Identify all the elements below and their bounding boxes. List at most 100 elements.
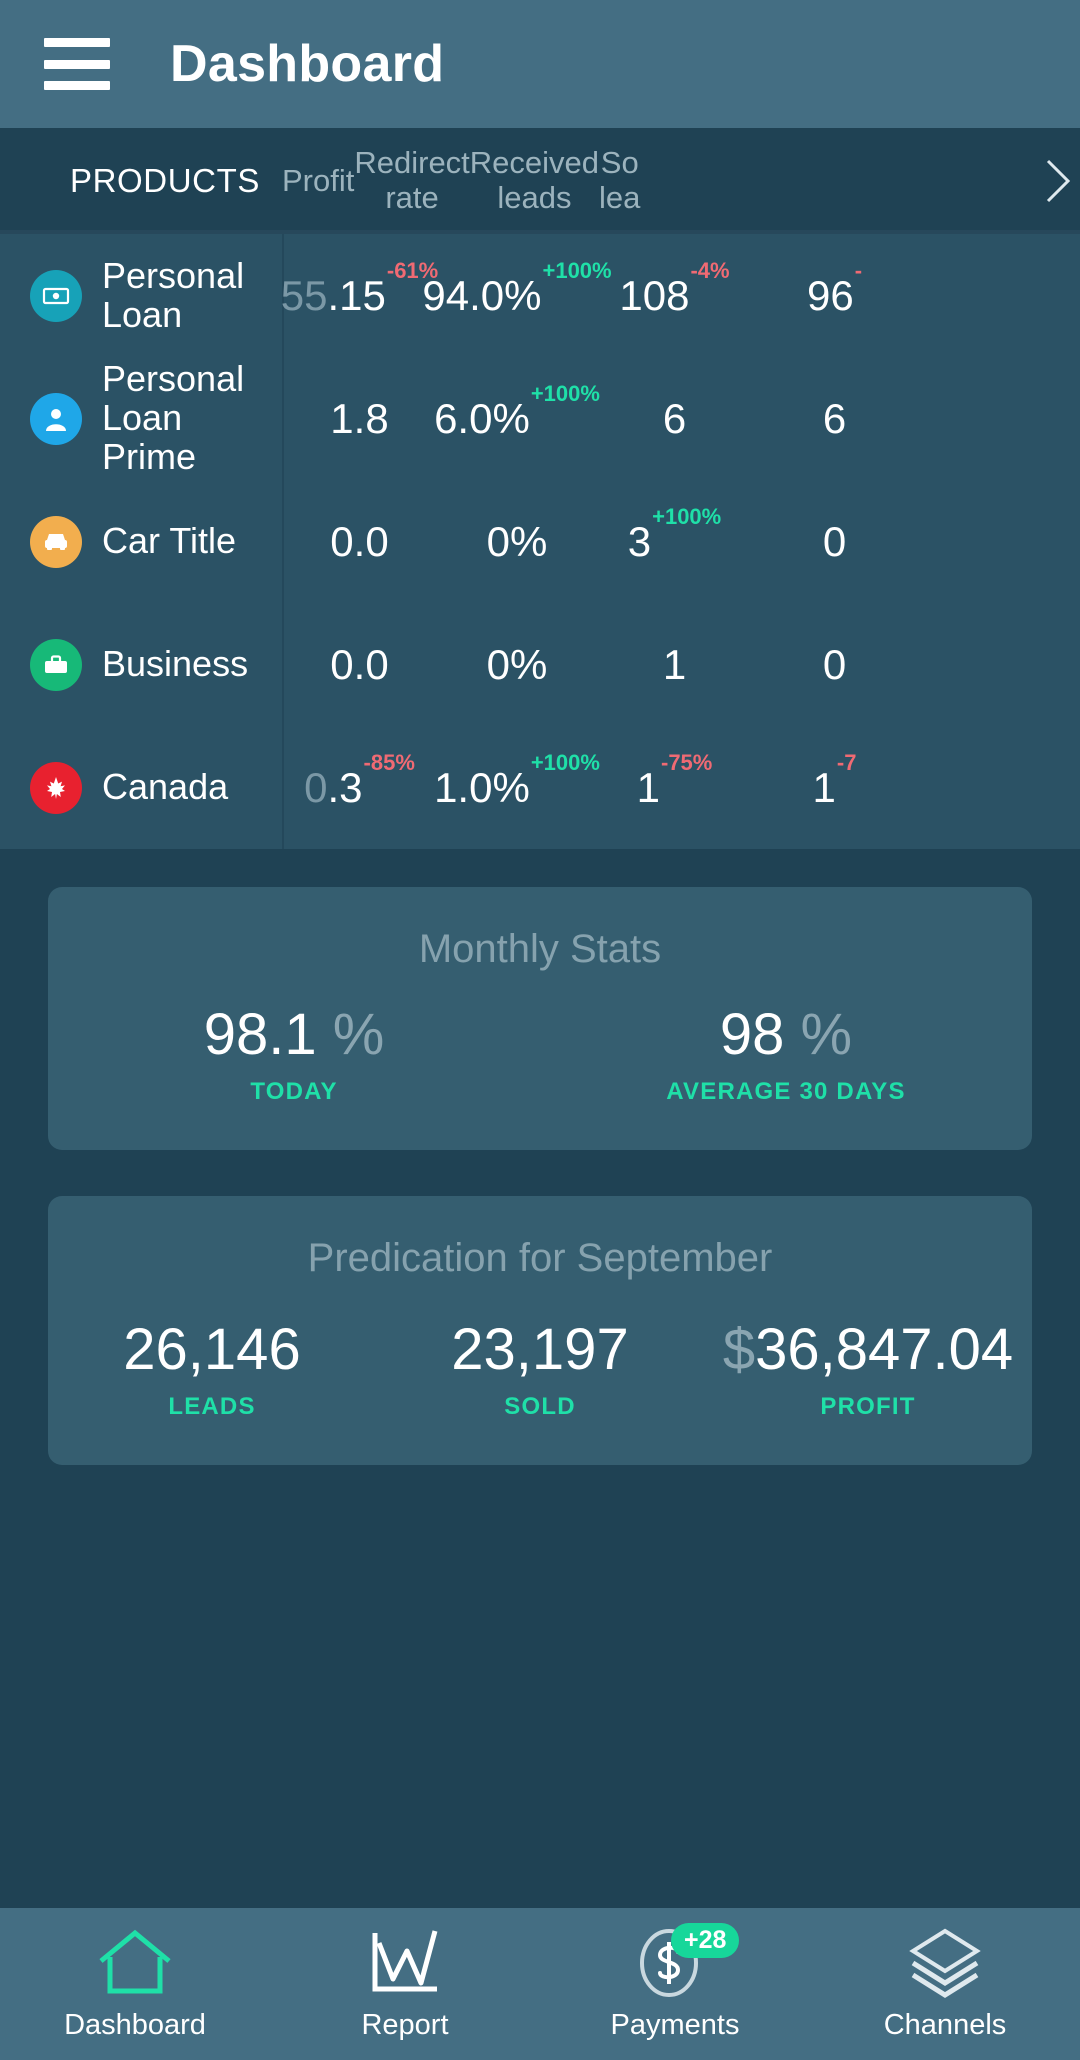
stat-label: SOLD (504, 1393, 576, 1420)
car-icon (30, 515, 82, 568)
cell-profit: 1.8 (282, 395, 437, 443)
product-name: Car Title (102, 520, 237, 562)
cell-value: 1 (636, 763, 660, 811)
stat-unit: % (800, 1002, 853, 1067)
column-header-profit[interactable]: Profit (282, 163, 354, 199)
cell-value: 0.0 (330, 640, 389, 688)
cell-value: 3 (627, 517, 652, 565)
stat-label: LEADS (168, 1393, 256, 1420)
dashboard-screen: Dashboard PRODUCTS Profit Redirect rate … (0, 0, 1080, 2060)
cell-received-leads: 1 (597, 641, 752, 689)
cell-delta: +100% (530, 380, 600, 406)
column-header-line2: leads (497, 180, 572, 215)
hamburger-bar (44, 38, 110, 47)
cell-delta: +100% (530, 749, 600, 775)
table-row[interactable]: Personal Loan 55.15 -61% 94.0% +100% 108 -4% 96… (0, 234, 1080, 357)
product-name: Canada (102, 766, 229, 808)
page-title: Dashboard (170, 35, 445, 93)
currency-symbol: $ (722, 1317, 756, 1382)
cell-value: 0.3 (304, 763, 363, 811)
payments-badge: +28 (671, 1922, 740, 1958)
stat-value: 98 % (719, 1002, 853, 1067)
user-icon (30, 392, 82, 445)
cell-received-leads: 3 +100% (597, 504, 752, 566)
nav-label: Dashboard (64, 2008, 206, 2041)
table-row[interactable]: Canada 0.3 -85% 1.0% +100% 1 -75% 1 -7 (0, 726, 1080, 849)
nav-item-payments[interactable]: +28 Payments (540, 1922, 810, 2042)
monthly-stats-title: Monthly Stats (418, 927, 662, 971)
cell-value: 0% (486, 517, 548, 565)
stat-value: 23,197 (451, 1317, 629, 1382)
column-header-redirect-rate[interactable]: Redirect rate (354, 146, 469, 215)
cell-value: 0% (486, 640, 548, 688)
cell-redirect-rate: 0% (437, 518, 597, 566)
stat-average-30-days: 98 % AVERAGE 30 DAYS (540, 1006, 1032, 1106)
product-name: Personal Loan (102, 254, 245, 335)
cell-value: 94.0% (422, 271, 542, 319)
table-row[interactable]: Business 0.0 0% 1 0 (0, 603, 1080, 726)
hamburger-menu-icon[interactable] (44, 38, 110, 90)
money-bill-icon (30, 269, 82, 322)
nav-item-channels[interactable]: Channels (810, 1927, 1080, 2042)
layers-icon (903, 1927, 987, 1999)
cell-sold-leads: 0 (752, 641, 917, 689)
cell-value: 0 (822, 640, 847, 688)
nav-item-dashboard[interactable]: Dashboard (0, 1927, 270, 2042)
nav-item-report[interactable]: Report (270, 1927, 540, 2042)
cell-profit: 0.0 (282, 641, 437, 689)
cell-delta: -85% (363, 749, 415, 775)
prediction-card: Predication for September 26,146 LEADS 2… (48, 1196, 1032, 1465)
stat-sold: 23,197 SOLD (376, 1321, 704, 1421)
canada-flag-icon (30, 761, 82, 814)
hamburger-bar (44, 81, 110, 90)
stat-leads: 26,146 LEADS (48, 1321, 376, 1421)
cell-value: 55.15 (280, 271, 386, 319)
products-table[interactable]: PRODUCTS Profit Redirect rate Received l… (0, 128, 1080, 849)
column-header-line2: rate (385, 180, 439, 215)
nav-label: Channels (883, 2008, 1007, 2041)
cell-value: 1.0% (434, 763, 530, 811)
stat-value: 98.1 % (203, 1002, 385, 1067)
monthly-stats-card: Monthly Stats 98.1 % TODAY 98 % AVERAGE … (48, 887, 1032, 1150)
cell-sold-leads: 1 -7 (752, 750, 917, 812)
table-row[interactable]: Personal Loan Prime 1.8 6.0% +100% 6 6 (0, 357, 1080, 480)
cell-profit: 55.15 -61% (280, 258, 438, 320)
monthly-stats-values: 98.1 % TODAY 98 % AVERAGE 30 DAYS (48, 1006, 1032, 1106)
cell-product: Canada (0, 761, 282, 814)
cell-profit: 0.0 (282, 518, 437, 566)
cell-value: 108 (619, 271, 690, 319)
cell-delta: -4% (690, 257, 730, 283)
stat-unit: % (332, 1002, 385, 1067)
column-header-line1: So (600, 145, 639, 181)
bottom-navigation-bar: Dashboard Report +28 Payments Channels (0, 1908, 1080, 2060)
nav-label: Payments (610, 2008, 740, 2041)
cell-redirect-rate: 94.0% +100% (422, 258, 611, 320)
chevron-right-icon[interactable] (1044, 157, 1074, 205)
stat-today: 98.1 % TODAY (48, 1006, 540, 1106)
cell-redirect-rate: 0% (437, 641, 597, 689)
table-header-row: PRODUCTS Profit Redirect rate Received l… (0, 128, 1080, 234)
app-bar: Dashboard (0, 0, 1080, 128)
product-name: Personal Loan Prime (102, 358, 245, 477)
cell-value: 0 (822, 517, 847, 565)
cell-redirect-rate: 1.0% +100% (434, 750, 600, 812)
cell-value: 6 (662, 394, 687, 442)
cell-value: 6.0% (434, 394, 530, 442)
column-header-sold-leads[interactable]: So lea (599, 146, 640, 215)
stat-value: $36,847.04 (722, 1317, 1014, 1382)
cell-received-leads: 6 (597, 395, 752, 443)
table-row[interactable]: Car Title 0.0 0% 3 +100% 0 (0, 480, 1080, 603)
column-header-products[interactable]: PRODUCTS (0, 162, 282, 200)
cell-sold-leads: 0 (752, 518, 917, 566)
product-name: Business (102, 643, 249, 685)
cell-value: 1.8 (330, 394, 389, 442)
cell-product: Car Title (0, 515, 282, 568)
table-body: Personal Loan 55.15 -61% 94.0% +100% 108 -4% 96… (0, 234, 1080, 849)
column-header-received-leads[interactable]: Received leads (470, 146, 599, 215)
cell-delta: +100% (652, 503, 722, 529)
cell-value: 1 (662, 640, 687, 688)
cards-area: Monthly Stats 98.1 % TODAY 98 % AVERAGE … (0, 849, 1080, 1908)
stat-label: AVERAGE 30 DAYS (666, 1078, 906, 1105)
stat-label: TODAY (250, 1078, 338, 1105)
cell-product: Personal Loan Prime (0, 358, 282, 477)
